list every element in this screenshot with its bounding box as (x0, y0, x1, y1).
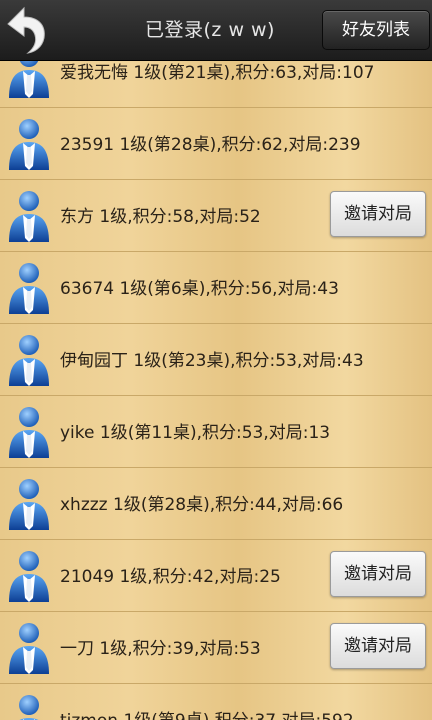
player-info: yike 1级(第11桌),积分:53,对局:13 (60, 423, 331, 443)
player-row[interactable]: xhzzz 1级(第28桌),积分:44,对局:66 (0, 468, 432, 540)
player-row[interactable]: tizmon 1级(第9桌),积分:37,对局:592 (0, 684, 432, 720)
player-row[interactable]: 一刀 1级,积分:39,对局:53 邀请对局 (0, 612, 432, 684)
user-avatar-icon (9, 407, 49, 458)
user-avatar-icon (9, 263, 49, 314)
user-avatar-icon (9, 119, 49, 170)
back-button[interactable] (2, 4, 50, 56)
user-avatar-icon (9, 335, 49, 386)
player-info: 63674 1级(第6桌),积分:56,对局:43 (60, 279, 339, 299)
player-info: 东方 1级,积分:58,对局:52 (60, 207, 261, 227)
player-info: 一刀 1级,积分:39,对局:53 (60, 639, 261, 659)
player-info: tizmon 1级(第9桌),积分:37,对局:592 (60, 684, 354, 720)
player-info: 21049 1级,积分:42,对局:25 (60, 567, 281, 587)
player-row[interactable]: 21049 1级,积分:42,对局:25 邀请对局 (0, 540, 432, 612)
player-row[interactable]: yike 1级(第11桌),积分:53,对局:13 (0, 396, 432, 468)
player-list: 爱我无悔 1级(第21桌),积分:63,对局:107 23591 1级(第28桌… (0, 36, 432, 720)
user-avatar-icon (9, 623, 49, 674)
user-avatar-icon (9, 479, 49, 530)
page-title: 已登录(z w w) (145, 19, 275, 41)
back-arrow-icon (7, 6, 45, 54)
user-avatar-icon (9, 191, 49, 242)
player-row[interactable]: 23591 1级(第28桌),积分:62,对局:239 (0, 108, 432, 180)
player-info: 伊甸园丁 1级(第23桌),积分:53,对局:43 (60, 351, 364, 371)
friends-list-button[interactable]: 好友列表 (322, 10, 430, 50)
title-bar: 已登录(z w w) 好友列表 (0, 0, 432, 61)
invite-match-button[interactable]: 邀请对局 (330, 551, 426, 597)
player-row[interactable]: 东方 1级,积分:58,对局:52 邀请对局 (0, 180, 432, 252)
app-screen: 已登录(z w w) 好友列表 爱我无悔 1级(第21桌),积分:63,对局:1… (0, 0, 432, 720)
invite-match-button[interactable]: 邀请对局 (330, 623, 426, 669)
player-row[interactable]: 伊甸园丁 1级(第23桌),积分:53,对局:43 (0, 324, 432, 396)
player-info: xhzzz 1级(第28桌),积分:44,对局:66 (60, 495, 344, 515)
player-info: 23591 1级(第28桌),积分:62,对局:239 (60, 135, 361, 155)
invite-match-button[interactable]: 邀请对局 (330, 191, 426, 237)
user-avatar-icon (9, 551, 49, 602)
user-avatar-icon (19, 695, 39, 720)
player-row[interactable]: 63674 1级(第6桌),积分:56,对局:43 (0, 252, 432, 324)
